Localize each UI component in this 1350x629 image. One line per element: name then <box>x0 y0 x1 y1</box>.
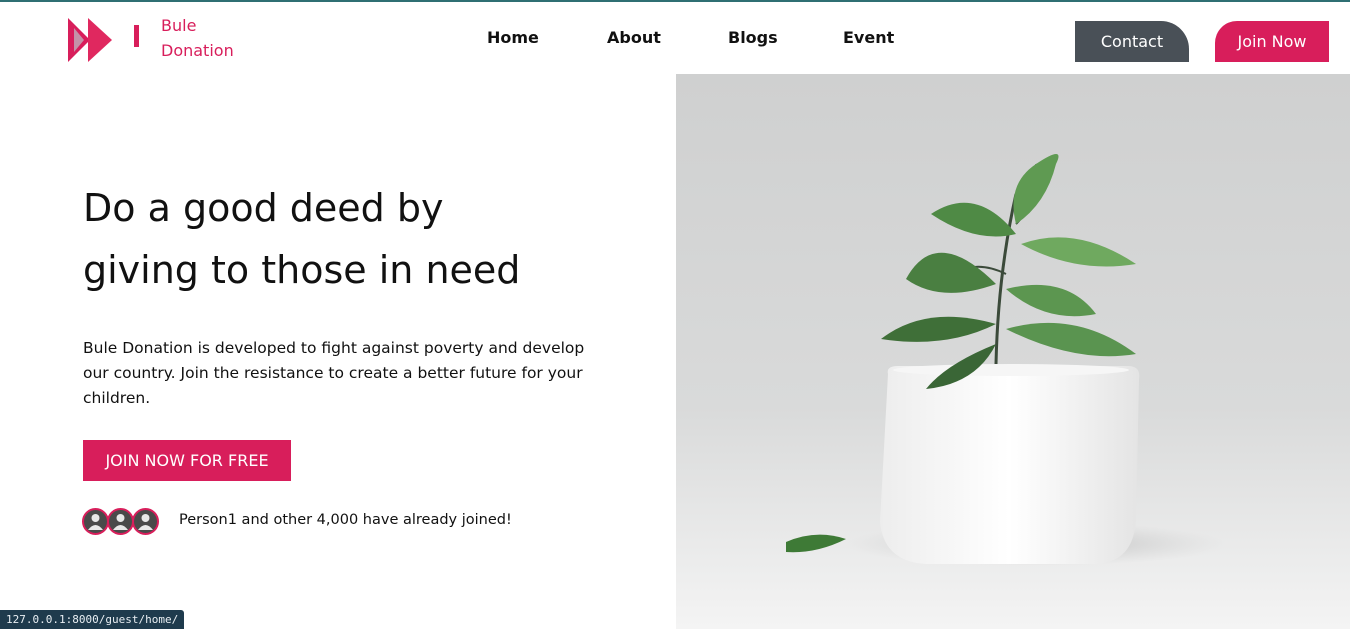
brand-line-1: Bule <box>161 16 197 35</box>
brand-logo-icon[interactable] <box>66 16 116 64</box>
brand-divider <box>134 25 139 47</box>
joined-count-text: Person1 and other 4,000 have already joi… <box>179 512 512 528</box>
top-border <box>0 0 1350 2</box>
brand-name[interactable]: Bule Donation <box>161 13 234 63</box>
user-icon <box>88 514 103 530</box>
nav-blogs[interactable]: Blogs <box>728 28 778 47</box>
avatar-group <box>82 508 162 536</box>
hero-title-line-1: Do a good deed by <box>83 186 444 230</box>
brand-line-2: Donation <box>161 41 234 60</box>
nav-about[interactable]: About <box>607 28 661 47</box>
plant-in-white-pot-image <box>676 74 1350 629</box>
user-icon <box>138 514 153 530</box>
join-now-button[interactable]: Join Now <box>1215 21 1329 62</box>
avatar <box>107 508 134 535</box>
hero-description: Bule Donation is developed to fight agai… <box>83 339 585 407</box>
avatar <box>82 508 109 535</box>
hero-title: Do a good deed by giving to those in nee… <box>83 177 643 301</box>
user-icon <box>113 514 128 530</box>
nav-event[interactable]: Event <box>843 28 894 47</box>
join-free-button[interactable]: JOIN NOW FOR FREE <box>83 440 291 481</box>
avatar <box>132 508 159 535</box>
status-bar-url: 127.0.0.1:8000/guest/home/ <box>0 610 185 629</box>
contact-button[interactable]: Contact <box>1075 21 1189 62</box>
hero-title-line-2: giving to those in need <box>83 248 521 292</box>
nav-home[interactable]: Home <box>487 28 539 47</box>
